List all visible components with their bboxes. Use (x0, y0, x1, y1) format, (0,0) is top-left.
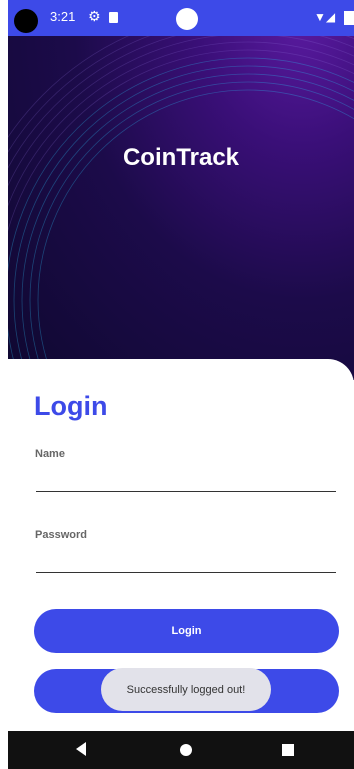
login-button[interactable]: Login (34, 609, 339, 653)
name-label: Name (35, 448, 65, 460)
name-input[interactable] (36, 466, 336, 492)
hero-banner: CoinTrack (8, 0, 354, 380)
wifi-icon: ▼◢ (314, 10, 336, 24)
camera-cutout-icon (14, 9, 38, 33)
battery-icon (344, 11, 354, 25)
app-screen: CoinTrack 3:21 ⚙ ▼◢ Login Name Password … (8, 0, 354, 769)
back-icon[interactable] (76, 742, 86, 756)
password-label: Password (35, 529, 87, 541)
app-title: CoinTrack (122, 144, 240, 171)
sim-card-icon (109, 12, 118, 23)
status-time: 3:21 (50, 9, 76, 24)
status-bar: 3:21 ⚙ ▼◢ (8, 0, 354, 36)
recents-icon[interactable] (282, 744, 294, 756)
decorative-arcs (8, 9, 354, 380)
home-icon[interactable] (180, 744, 192, 756)
toast-message: Successfully logged out! (101, 668, 271, 711)
gear-icon: ⚙ (88, 8, 101, 24)
login-heading: Login (34, 391, 108, 421)
navigation-bar (8, 731, 354, 769)
notification-dot-icon (176, 8, 198, 30)
password-input[interactable] (36, 547, 336, 573)
